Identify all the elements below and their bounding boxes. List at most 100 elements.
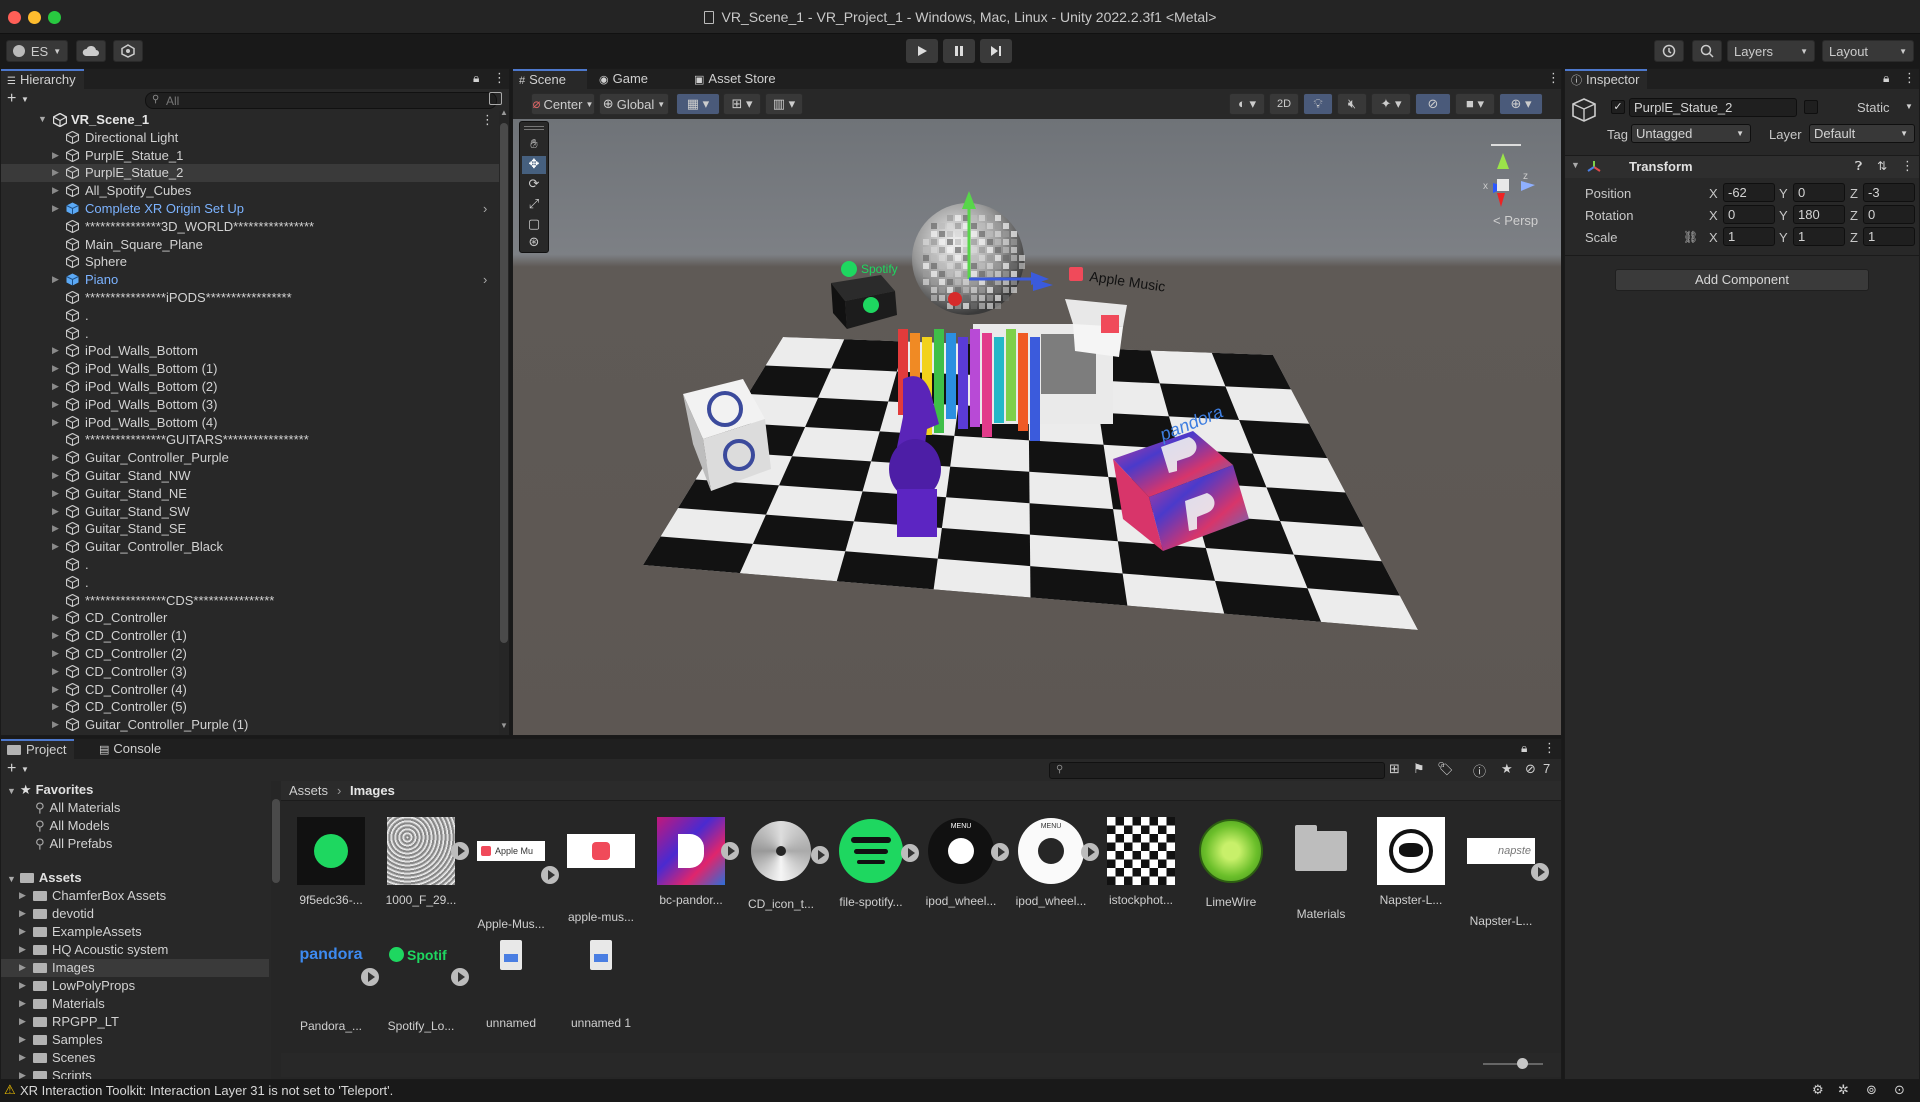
cache-icon[interactable]: ⊚ xyxy=(1866,1082,1877,1098)
assets-header[interactable]: ▼ Assets xyxy=(7,869,82,887)
asset-item[interactable]: MENU ipod_wheel... xyxy=(921,817,1009,908)
rotation-y-field[interactable]: 180 xyxy=(1793,205,1845,224)
hierarchy-item[interactable]: ▶ iPod_Walls_Bottom (1) xyxy=(1,360,499,378)
align-button[interactable]: ▥ ▾ xyxy=(765,93,803,115)
rotation-z-field[interactable]: 0 xyxy=(1863,205,1915,224)
expand-arrow-icon[interactable]: ▶ xyxy=(52,627,59,644)
folder-item[interactable]: ▶ Scenes xyxy=(1,1049,269,1067)
drag-handle-icon[interactable] xyxy=(524,126,544,130)
orientation-gizmo[interactable]: z x < Persp xyxy=(1463,127,1553,227)
hierarchy-item[interactable]: ▶ iPod_Walls_Bottom (2) xyxy=(1,378,499,396)
hierarchy-item[interactable]: . xyxy=(1,556,499,574)
folder-tree-scrollbar[interactable] xyxy=(271,781,281,1079)
hierarchy-item[interactable]: ▶ CD_Controller xyxy=(1,609,499,627)
folder-item[interactable]: ▶ ExampleAssets xyxy=(1,923,269,941)
scene-root-row[interactable]: ▼ VR_Scene_1 ⋮ xyxy=(1,111,499,129)
tag-dropdown[interactable]: Untagged ▼ xyxy=(1631,124,1751,143)
hierarchy-item[interactable]: ****************GUITARS***************** xyxy=(1,431,499,449)
expand-arrow-icon[interactable]: ▶ xyxy=(52,449,59,466)
tab-project[interactable]: Project xyxy=(1,739,75,759)
expand-arrow-icon[interactable]: ▶ xyxy=(52,414,59,431)
expand-arrow-icon[interactable]: ▶ xyxy=(19,1049,26,1066)
expand-arrow-icon[interactable]: ▶ xyxy=(52,681,59,698)
lighting-toggle[interactable]: 💡︎ xyxy=(1303,93,1333,115)
expand-arrow-icon[interactable]: ▶ xyxy=(52,164,59,181)
folder-item[interactable]: ▶ Materials xyxy=(1,995,269,1013)
pause-button[interactable] xyxy=(943,39,975,63)
expand-arrow-icon[interactable]: ▶ xyxy=(52,271,59,288)
hierarchy-item[interactable]: Sphere xyxy=(1,253,499,271)
asset-item[interactable]: MENU ipod_wheel... xyxy=(1011,817,1099,908)
scene-viewport[interactable]: Spotify Apple Music pandora ✋︎ ✥ ⟳ ⤢ ▢ ⊛… xyxy=(513,119,1561,735)
link-icon[interactable]: ⛓︎ xyxy=(1683,230,1698,244)
lock-icon[interactable]: 🔒︎ xyxy=(1883,71,1889,86)
hierarchy-item[interactable]: . xyxy=(1,307,499,325)
increment-snap-button[interactable]: ⊞ ▾ xyxy=(723,93,761,115)
expand-arrow-icon[interactable]: ▶ xyxy=(52,716,59,733)
open-prefab-icon[interactable]: › xyxy=(483,200,487,217)
favorite-item[interactable]: ⚲ All Materials xyxy=(35,799,120,817)
scale-y-field[interactable]: 1 xyxy=(1793,227,1845,246)
hierarchy-item[interactable]: ▶ All_Spotify_Cubes xyxy=(1,182,499,200)
expand-arrow-icon[interactable]: ▶ xyxy=(52,378,59,395)
scale-tool-icon[interactable]: ⤢ xyxy=(522,196,546,214)
hierarchy-scrollbar[interactable]: ▲ ▼ xyxy=(499,108,509,735)
asset-item[interactable]: 9f5edc36-... xyxy=(291,817,371,907)
search-button[interactable] xyxy=(1692,40,1722,62)
audio-toggle[interactable]: 🔇︎ xyxy=(1337,93,1367,115)
hierarchy-search-input[interactable]: ⚲ All xyxy=(145,92,497,109)
folder-item[interactable]: ▶ LowPolyProps xyxy=(1,977,269,995)
favorite-star-icon[interactable]: ★ xyxy=(1501,761,1513,777)
expand-sprite-icon[interactable] xyxy=(901,844,919,862)
persp-label[interactable]: < Persp xyxy=(1493,213,1538,227)
hierarchy-item[interactable]: ▶ iPod_Walls_Bottom (4) xyxy=(1,414,499,432)
asset-item[interactable]: Napster-L... xyxy=(1371,817,1451,907)
object-name-field[interactable]: PurplE_Statue_2 xyxy=(1629,98,1797,117)
2d-toggle[interactable]: 2D xyxy=(1269,93,1299,115)
draw-mode-dropdown[interactable]: ◐ ▾ xyxy=(1229,93,1265,115)
hierarchy-item[interactable]: ▶ Guitar_Stand_NE xyxy=(1,485,499,503)
hand-tool-icon[interactable]: ✋︎ xyxy=(522,136,546,154)
folder-item[interactable]: ▶ RPGPP_LT xyxy=(1,1013,269,1031)
expand-arrow-icon[interactable]: ▶ xyxy=(19,923,26,940)
step-button[interactable] xyxy=(980,39,1012,63)
expand-arrow-icon[interactable]: ▶ xyxy=(19,1013,26,1030)
gizmos-dropdown[interactable]: ⊕ ▾ xyxy=(1499,93,1543,115)
scale-x-field[interactable]: 1 xyxy=(1723,227,1775,246)
scroll-down-icon[interactable]: ▼ xyxy=(500,721,508,730)
expand-sprite-icon[interactable] xyxy=(451,968,469,986)
expand-sprite-icon[interactable] xyxy=(721,842,739,860)
hierarchy-item[interactable]: ▶ Piano › xyxy=(1,271,499,289)
progress-icon[interactable]: ⊙ xyxy=(1894,1082,1905,1098)
expand-sprite-icon[interactable] xyxy=(811,846,829,864)
zoom-slider-thumb[interactable] xyxy=(1517,1058,1528,1069)
expand-arrow-icon[interactable]: ▶ xyxy=(52,645,59,662)
expand-arrow-icon[interactable]: ▶ xyxy=(19,1031,26,1048)
asset-item[interactable]: LimeWire xyxy=(1191,817,1271,909)
asset-item[interactable]: 1000_F_29... xyxy=(381,817,469,907)
static-dropdown-icon[interactable]: ▼ xyxy=(1905,102,1913,111)
hidden-packages-icon[interactable]: ⊘ xyxy=(1525,761,1536,777)
space-dropdown[interactable]: ⊕ Global ▼ xyxy=(599,93,669,115)
project-search-input[interactable]: ⚲ xyxy=(1049,762,1385,779)
more-options-icon[interactable]: ⋮ xyxy=(493,70,506,86)
tab-asset-store[interactable]: ▣ Asset Store xyxy=(688,69,784,89)
rotation-x-field[interactable]: 0 xyxy=(1723,205,1775,224)
expand-arrow-icon[interactable]: ▶ xyxy=(52,147,59,164)
hierarchy-item[interactable]: ▶ Complete XR Origin Set Up › xyxy=(1,200,499,218)
hierarchy-item[interactable]: Main_Square_Plane xyxy=(1,236,499,254)
hierarchy-item[interactable]: ▶ Guitar_Controller_Black xyxy=(1,538,499,556)
camera-dropdown[interactable]: ■ ▾ xyxy=(1455,93,1495,115)
folder-item[interactable]: ▶ devotid xyxy=(1,905,269,923)
more-options-icon[interactable]: ⋮ xyxy=(1543,740,1556,756)
hierarchy-item[interactable]: ▶ CD_Controller (5) xyxy=(1,698,499,716)
expand-arrow-icon[interactable]: ▶ xyxy=(52,200,59,217)
asset-item[interactable]: CD_icon_t... xyxy=(741,817,829,911)
more-options-icon[interactable]: ⋮ xyxy=(1547,70,1560,86)
tag-icon[interactable]: 🏷︎ xyxy=(1437,761,1454,777)
scene-visibility-icon[interactable] xyxy=(489,92,502,105)
hierarchy-item[interactable]: ***************3D_WORLD**************** xyxy=(1,218,499,236)
create-asset-button[interactable]: + xyxy=(7,760,16,778)
cloud-button[interactable] xyxy=(76,40,106,62)
alert-icon[interactable]: ⓘ xyxy=(1473,761,1486,780)
